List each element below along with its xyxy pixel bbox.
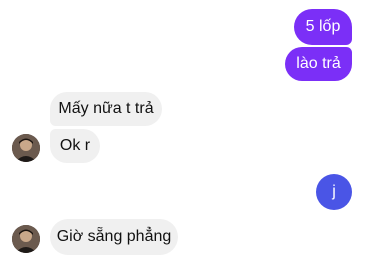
message-text: Ok r (59, 137, 91, 154)
message-text: j (332, 183, 336, 200)
message-text: 5 lốp (305, 18, 341, 35)
chat-conversation: 5 lốp lào trả Mấy nữa t trả Ok r j Giờ s… (0, 0, 374, 257)
incoming-message-bubble[interactable]: Mấy nữa t trả (50, 92, 162, 126)
contact-avatar-icon[interactable] (12, 225, 40, 253)
message-text: Giờ sẵng phẳng (56, 228, 172, 245)
outgoing-message-bubble[interactable]: lào trả (285, 47, 352, 81)
incoming-message-bubble[interactable]: Ok r (50, 129, 100, 163)
contact-avatar-icon[interactable] (12, 134, 40, 162)
message-text: Mấy nữa t trả (58, 100, 154, 117)
message-text: lào trả (296, 55, 341, 72)
outgoing-message-bubble[interactable]: j (316, 174, 352, 210)
outgoing-message-bubble[interactable]: 5 lốp (294, 9, 352, 45)
incoming-message-bubble[interactable]: Giờ sẵng phẳng (50, 219, 178, 255)
